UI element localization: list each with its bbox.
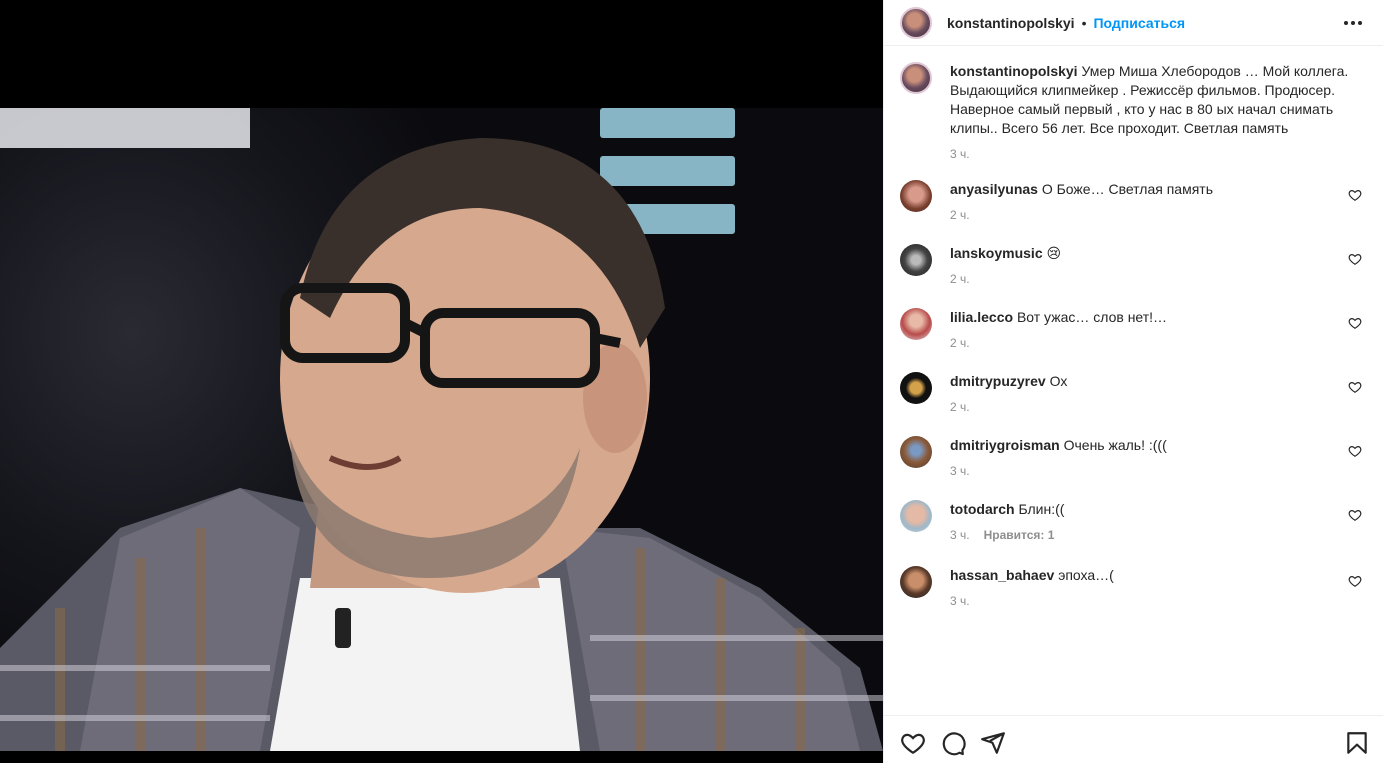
comment-time[interactable]: 3 ч. bbox=[950, 464, 970, 478]
comment-username[interactable]: totodarch bbox=[950, 501, 1015, 517]
comment-username[interactable]: anyasilyunas bbox=[950, 181, 1038, 197]
comment-username[interactable]: lilia.lecco bbox=[950, 309, 1013, 325]
caption-avatar[interactable] bbox=[900, 62, 932, 94]
comment-username[interactable]: hassan_bahaev bbox=[950, 567, 1054, 583]
comment-like-icon[interactable] bbox=[1348, 574, 1362, 588]
post-actions bbox=[884, 715, 1383, 763]
author-username[interactable]: konstantinopolskyi bbox=[947, 15, 1075, 31]
comment-icon[interactable] bbox=[940, 730, 966, 756]
comment-time[interactable]: 2 ч. bbox=[950, 272, 970, 286]
post-media[interactable] bbox=[0, 0, 883, 763]
comment-text: 😢 bbox=[1046, 245, 1062, 261]
bookmark-icon[interactable] bbox=[1344, 730, 1370, 756]
comment-like-icon[interactable] bbox=[1348, 508, 1362, 522]
post-header: konstantinopolskyi • Подписаться bbox=[884, 0, 1383, 46]
send-icon[interactable] bbox=[980, 730, 1006, 756]
portrait-illustration bbox=[0, 108, 883, 751]
comment-like-icon[interactable] bbox=[1348, 252, 1362, 266]
comment-likes-count[interactable]: Нравится: 1 bbox=[984, 528, 1055, 542]
comment-like-icon[interactable] bbox=[1348, 316, 1362, 330]
comment-username[interactable]: dmitrypuzyrev bbox=[950, 373, 1046, 389]
comments-list[interactable]: konstantinopolskyi Умер Миша Хлебородов … bbox=[884, 46, 1383, 715]
comment-text: Очень жаль! :((( bbox=[1063, 437, 1167, 453]
comment-like-icon[interactable] bbox=[1348, 380, 1362, 394]
post-photo bbox=[0, 108, 883, 751]
commenter-avatar[interactable] bbox=[900, 372, 932, 404]
comment-text: эпоха…( bbox=[1058, 567, 1114, 583]
comment-time[interactable]: 3 ч. bbox=[950, 528, 970, 542]
comment-time[interactable]: 2 ч. bbox=[950, 336, 970, 350]
caption-time[interactable]: 3 ч. bbox=[950, 147, 970, 161]
comment-item: totodarch Блин:(( 3 ч. Нравится: 1 bbox=[900, 500, 1370, 542]
commenter-avatar[interactable] bbox=[900, 566, 932, 598]
commenter-avatar[interactable] bbox=[900, 244, 932, 276]
comment-item: lanskoymusic 😢 2 ч. bbox=[900, 244, 1370, 286]
comment-text: Ох bbox=[1049, 373, 1068, 389]
commenter-avatar[interactable] bbox=[900, 500, 932, 532]
comment-time[interactable]: 3 ч. bbox=[950, 594, 970, 608]
post-sidebar: konstantinopolskyi • Подписаться konstan… bbox=[883, 0, 1383, 763]
comment-like-icon[interactable] bbox=[1348, 188, 1362, 202]
comment-item: dmitriygroisman Очень жаль! :((( 3 ч. bbox=[900, 436, 1370, 478]
more-icon[interactable] bbox=[1341, 13, 1365, 33]
comment-time[interactable]: 2 ч. bbox=[950, 400, 970, 414]
follow-button[interactable]: Подписаться bbox=[1093, 15, 1185, 31]
comment-username[interactable]: lanskoymusic bbox=[950, 245, 1043, 261]
comment-time[interactable]: 2 ч. bbox=[950, 208, 970, 222]
comment-text: Блин:(( bbox=[1018, 501, 1065, 517]
comment-username[interactable]: dmitriygroisman bbox=[950, 437, 1060, 453]
author-avatar[interactable] bbox=[900, 6, 932, 39]
commenter-avatar[interactable] bbox=[900, 436, 932, 468]
heart-icon[interactable] bbox=[900, 730, 926, 756]
separator-dot: • bbox=[1081, 14, 1087, 31]
commenter-avatar[interactable] bbox=[900, 180, 932, 212]
comment-item: dmitrypuzyrev Ох 2 ч. bbox=[900, 372, 1370, 414]
comment-item: lilia.lecco Вот ужас… слов нет!… 2 ч. bbox=[900, 308, 1370, 350]
comment-text: О Боже… Светлая память bbox=[1041, 181, 1213, 197]
commenter-avatar[interactable] bbox=[900, 308, 932, 340]
comment-text: Вот ужас… слов нет!… bbox=[1016, 309, 1168, 325]
caption-username[interactable]: konstantinopolskyi bbox=[950, 63, 1078, 79]
post-caption: konstantinopolskyi Умер Миша Хлебородов … bbox=[884, 46, 1383, 161]
comment-item: hassan_bahaev эпоха…( 3 ч. bbox=[900, 566, 1370, 608]
comment-like-icon[interactable] bbox=[1348, 444, 1362, 458]
comment-item: anyasilyunas О Боже… Светлая память 2 ч. bbox=[900, 180, 1370, 222]
